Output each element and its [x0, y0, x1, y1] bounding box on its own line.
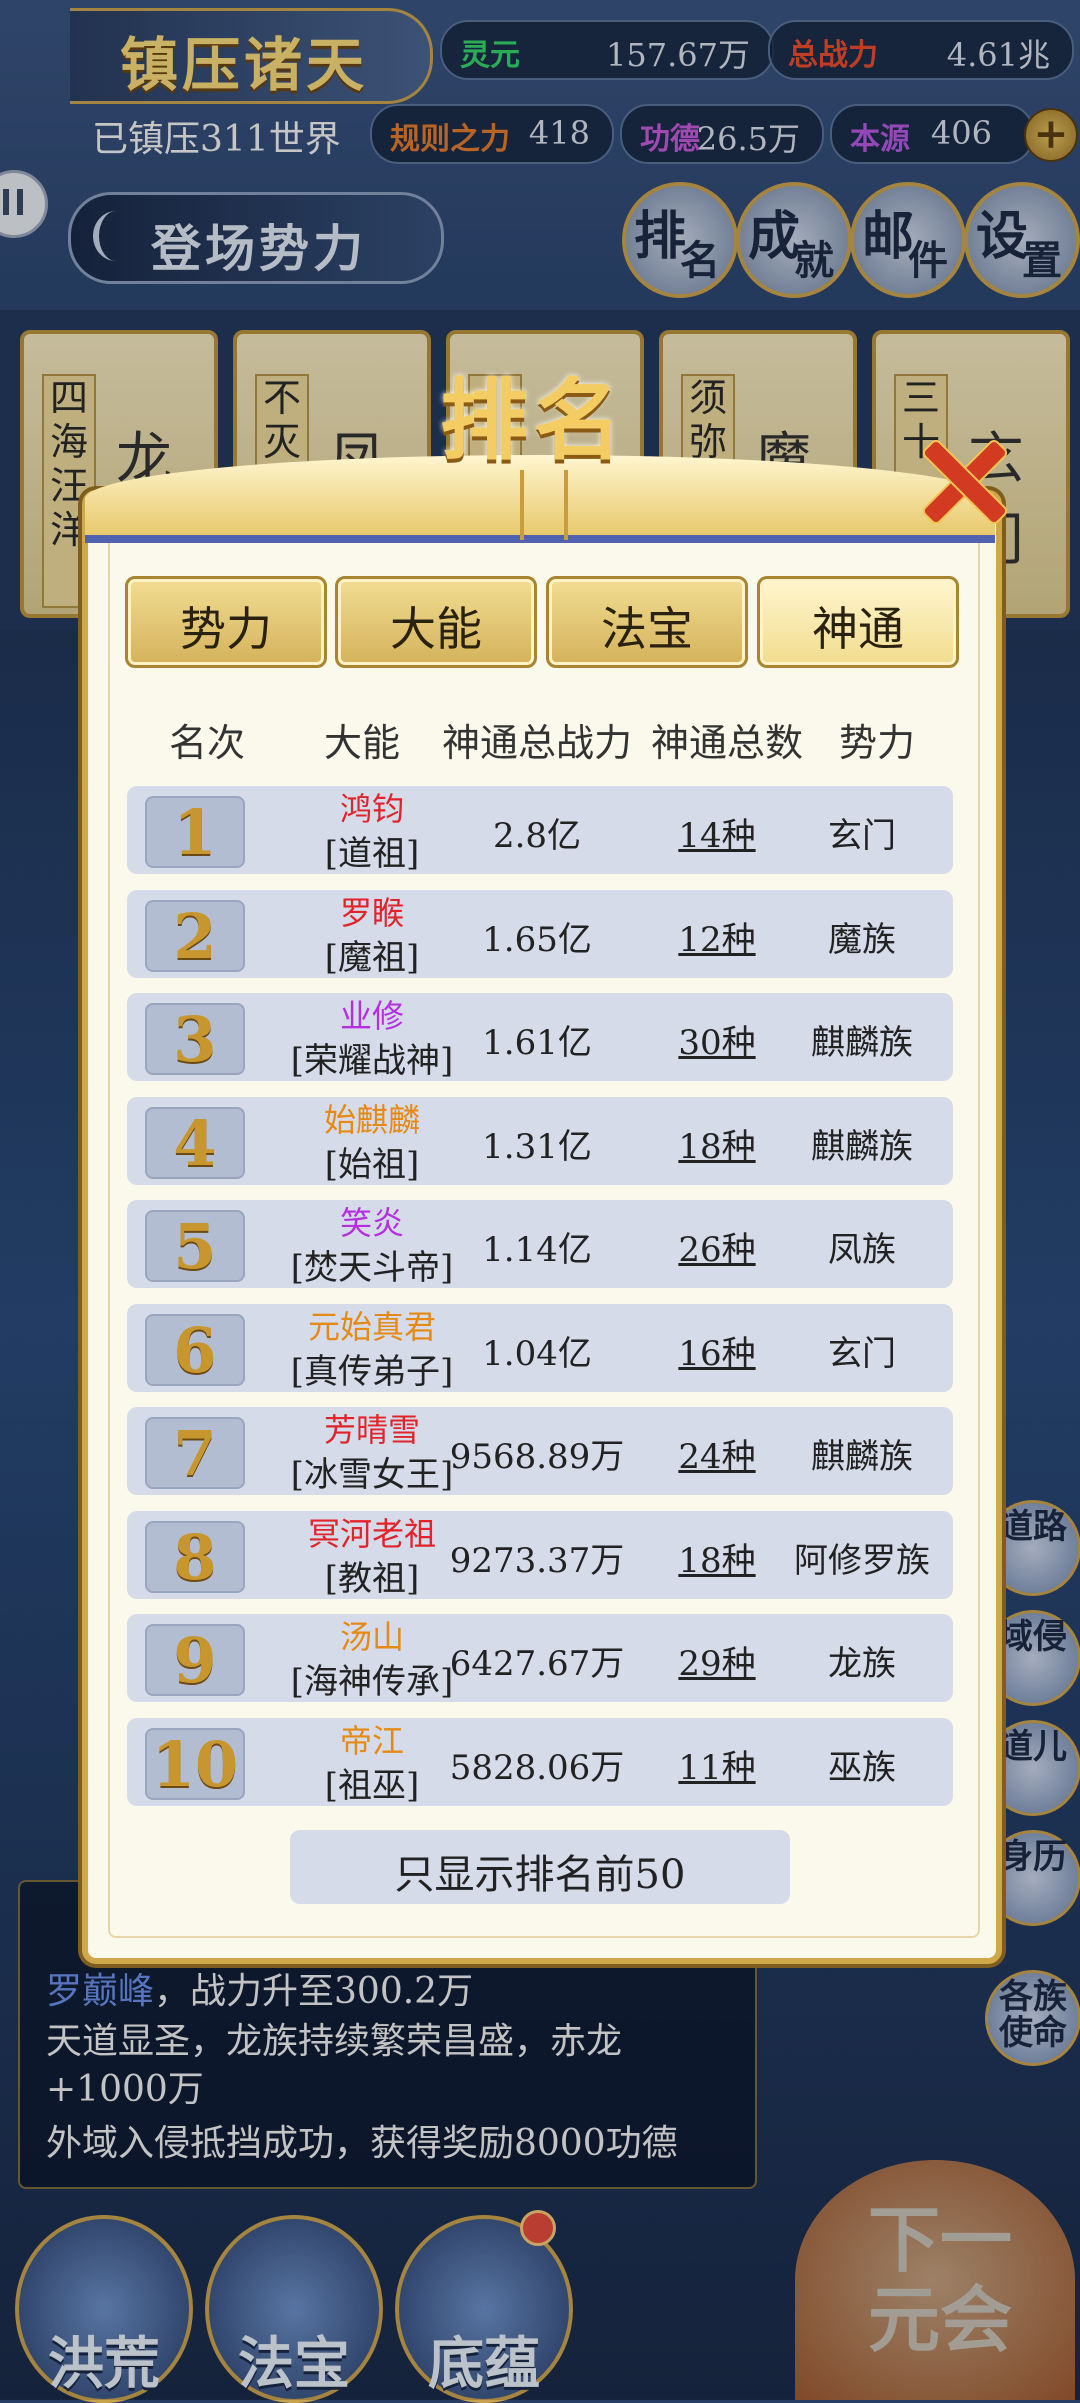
table-row[interactable]: 7 芳晴雪 [冰雪女王] 9568.89万 24种 麒麟族: [127, 1407, 953, 1495]
rank-number: 4: [173, 1106, 217, 1180]
divine-power-count-link[interactable]: 26种: [647, 1222, 787, 1271]
faction-name: 龙族: [828, 1644, 896, 1684]
divine-power-total: 5828.06万: [449, 1747, 625, 1788]
ranking-table-header: 名次 大能 神通总战力 神通总数 势力: [82, 700, 990, 770]
divine-power-count-link[interactable]: 18种: [647, 1119, 787, 1168]
table-row[interactable]: 2 罗睺 [魔祖] 1.65亿 12种 魔族: [127, 889, 953, 978]
faction-name: 凤族: [828, 1230, 896, 1270]
divine-power-count-link[interactable]: 11种: [647, 1740, 787, 1789]
table-row[interactable]: 6 元始真君 [真传弟子] 1.04亿 16种 玄门: [127, 1303, 953, 1392]
divine-power-total: 9568.89万: [449, 1437, 625, 1477]
divine-power-count-link[interactable]: 14种: [647, 808, 787, 857]
rank-badge: 1: [145, 796, 245, 869]
divine-power-count-link[interactable]: 29种: [647, 1636, 787, 1685]
faction-name: 玄门: [828, 816, 896, 856]
show-top-50-notice: 只显示排名前50: [290, 1830, 790, 1904]
rank-number: 5: [173, 1210, 217, 1283]
divine-power-total: 1.14亿: [482, 1230, 592, 1270]
header-great-power: 大能: [323, 721, 400, 765]
rank-number: 7: [173, 1417, 217, 1490]
table-row[interactable]: 8 冥河老祖 [教祖] 9273.37万 18种 阿修罗族: [127, 1510, 953, 1599]
rank-number: 10: [151, 1727, 239, 1801]
faction-name: 麒麟族: [811, 1126, 913, 1167]
divine-power-count-link[interactable]: 30种: [647, 1015, 787, 1064]
modal-title: 排名: [440, 368, 629, 472]
tab-faction[interactable]: 势力: [125, 576, 327, 668]
divine-power-total: 6427.67万: [449, 1644, 625, 1684]
header-total-count: 神通总数: [650, 721, 803, 765]
divine-power-total: 1.65亿: [482, 919, 592, 960]
header-rank: 名次: [168, 721, 245, 765]
divine-power-count-link[interactable]: 18种: [647, 1533, 787, 1582]
divine-power-count-link[interactable]: 24种: [647, 1429, 787, 1478]
divine-power-count-link[interactable]: 12种: [647, 912, 787, 961]
header-total-power: 神通总战力: [441, 721, 632, 765]
faction-name: 麒麟族: [811, 1023, 913, 1063]
tab-treasure[interactable]: 法宝: [546, 576, 748, 668]
header-faction: 势力: [838, 721, 915, 765]
divine-power-total: 1.61亿: [482, 1023, 592, 1063]
table-row[interactable]: 10 帝江 [祖巫] 5828.06万 11种 巫族: [127, 1717, 953, 1806]
rank-badge: 7: [145, 1417, 245, 1490]
divine-power-count-link[interactable]: 16种: [647, 1326, 787, 1375]
rank-badge: 2: [145, 899, 245, 973]
divine-power-total: 9273.37万: [449, 1540, 625, 1581]
rank-badge: 8: [145, 1520, 245, 1594]
close-icon[interactable]: [912, 430, 1012, 530]
rank-number: 6: [173, 1313, 217, 1387]
rank-number: 8: [173, 1520, 217, 1594]
divine-power-total: 2.8亿: [492, 816, 582, 856]
divine-power-total: 1.31亿: [482, 1126, 592, 1167]
table-row[interactable]: 5 笑炎 [焚天斗帝] 1.14亿 26种 凤族: [127, 1200, 953, 1288]
rank-badge: 9: [145, 1624, 245, 1697]
table-row[interactable]: 4 始麒麟 [始祖] 1.31亿 18种 麒麟族: [127, 1096, 953, 1185]
faction-name: 阿修罗族: [794, 1540, 930, 1581]
tab-divine-power[interactable]: 神通: [757, 576, 959, 668]
book-spine: [520, 470, 568, 540]
faction-name: 麒麟族: [811, 1437, 913, 1477]
faction-name: 玄门: [828, 1333, 896, 1374]
rank-number: 2: [173, 899, 217, 973]
faction-name: 魔族: [828, 919, 896, 960]
rank-number: 9: [173, 1624, 217, 1697]
rank-badge: 3: [145, 1003, 245, 1076]
rank-badge: 4: [145, 1106, 245, 1180]
tab-great-power[interactable]: 大能: [335, 576, 537, 668]
rank-number: 3: [173, 1003, 217, 1076]
rank-badge: 5: [145, 1210, 245, 1283]
table-row[interactable]: 1 鸿钧 [道祖] 2.8亿 14种 玄门: [127, 786, 953, 874]
rank-badge: 10: [145, 1727, 245, 1801]
rank-number: 1: [173, 796, 217, 869]
rank-badge: 6: [145, 1313, 245, 1387]
divine-power-total: 1.04亿: [482, 1333, 592, 1374]
table-row[interactable]: 3 业修 [荣耀战神] 1.61亿 30种 麒麟族: [127, 993, 953, 1081]
table-row[interactable]: 9 汤山 [海神传承] 6427.67万 29种 龙族: [127, 1614, 953, 1702]
faction-name: 巫族: [828, 1747, 896, 1788]
